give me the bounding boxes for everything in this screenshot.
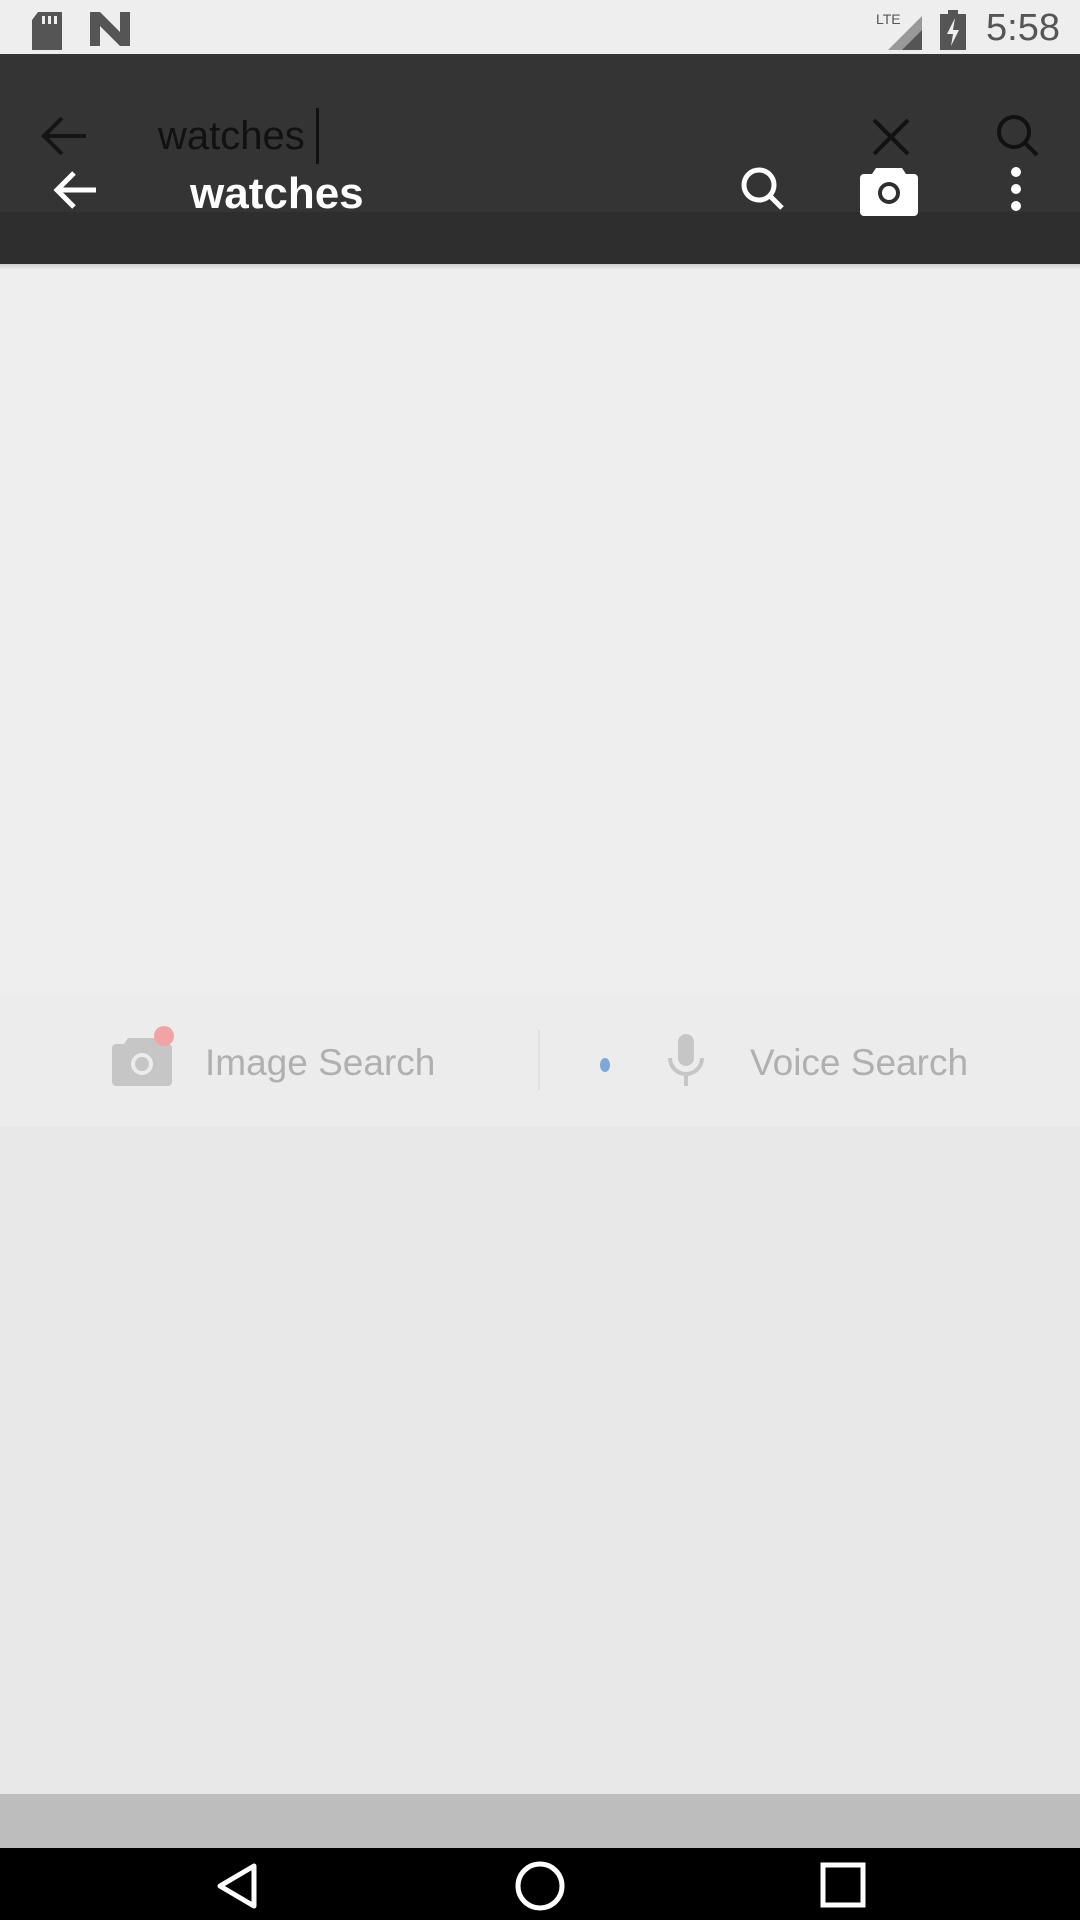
search-input[interactable]: watches bbox=[158, 110, 305, 162]
search-query-title[interactable]: watches bbox=[190, 166, 364, 222]
back-arrow-icon[interactable] bbox=[50, 168, 100, 212]
notification-badge bbox=[154, 1026, 174, 1046]
nav-recents-icon[interactable] bbox=[820, 1862, 866, 1908]
status-bar: LTE 5:58 bbox=[0, 0, 1080, 54]
status-time: 5:58 bbox=[986, 7, 1060, 49]
navigation-bar bbox=[0, 1848, 1080, 1920]
search-submit-icon[interactable] bbox=[994, 112, 1042, 160]
image-search-label: Image Search bbox=[205, 1042, 436, 1083]
search-icon[interactable] bbox=[738, 164, 788, 214]
svg-text:LTE: LTE bbox=[876, 11, 901, 27]
lte-signal-icon: LTE bbox=[876, 10, 922, 50]
camera-icon[interactable] bbox=[860, 162, 918, 216]
search-back-arrow-icon[interactable] bbox=[38, 114, 88, 158]
keyboard-placeholder bbox=[0, 1794, 1080, 1848]
results-area bbox=[0, 270, 1080, 996]
clear-icon[interactable] bbox=[870, 116, 912, 158]
battery-charging-icon bbox=[940, 10, 966, 50]
nav-home-icon[interactable] bbox=[514, 1860, 566, 1912]
nav-back-icon[interactable] bbox=[214, 1862, 258, 1910]
voice-search-label: Voice Search bbox=[750, 1042, 969, 1083]
text-cursor bbox=[316, 108, 319, 164]
microphone-icon bbox=[666, 1034, 706, 1088]
indicator-dot bbox=[600, 1058, 610, 1072]
n-logo-icon bbox=[90, 12, 130, 46]
sd-card-icon bbox=[30, 12, 64, 50]
empty-area bbox=[0, 1126, 1080, 1794]
more-vert-icon[interactable] bbox=[1006, 166, 1026, 212]
